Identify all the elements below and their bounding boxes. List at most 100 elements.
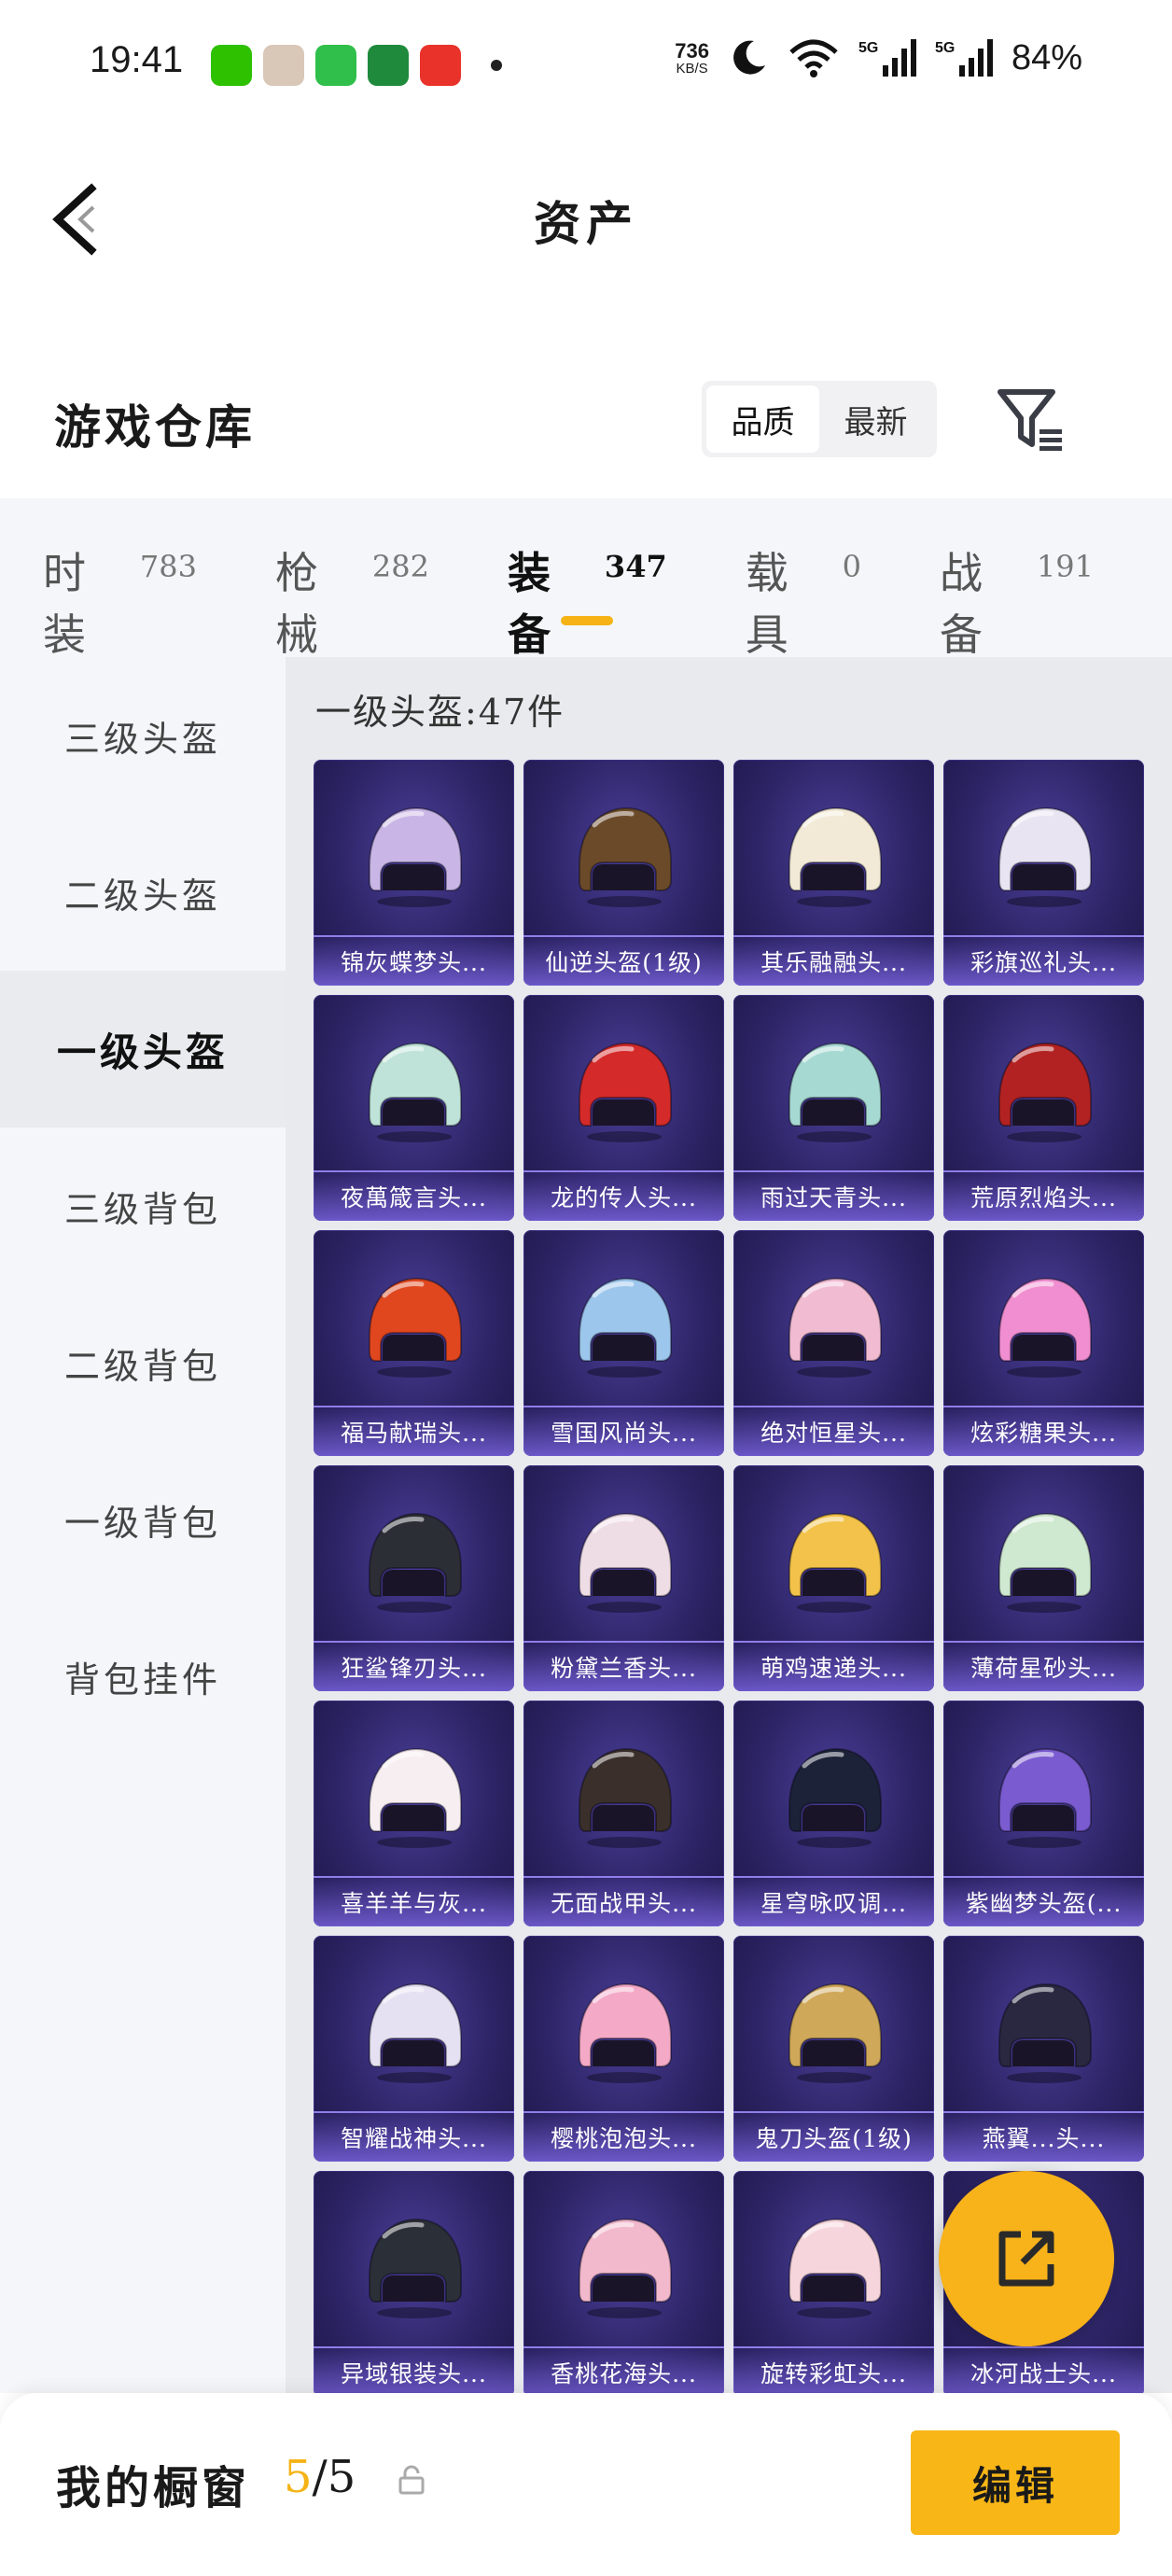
item-card[interactable]: 燕翼...头... bbox=[943, 1936, 1144, 2162]
sidebar-item[interactable]: 背包挂件 bbox=[0, 1598, 286, 1755]
helmet-icon bbox=[998, 1982, 1092, 2083]
share-icon bbox=[998, 2231, 1054, 2287]
tab-3[interactable]: 载具 0 bbox=[746, 498, 861, 660]
item-card[interactable]: 锦灰蝶梦头... bbox=[314, 760, 514, 986]
item-card[interactable]: 薄荷星砂头... bbox=[943, 1465, 1144, 1691]
category-tabs: 时装 783 枪械 282 装备 347 载具 0 战备 191 bbox=[0, 498, 1172, 660]
item-name-bar: 旋转彩虹头... bbox=[733, 2346, 934, 2393]
item-name-bar: 无面战甲头... bbox=[523, 1876, 724, 1926]
item-card[interactable]: 星穹咏叹调... bbox=[733, 1701, 934, 1926]
item-card[interactable]: 荒原烈焰头... bbox=[943, 995, 1144, 1221]
item-card[interactable]: 炫彩糖果头... bbox=[943, 1230, 1144, 1456]
more-notifications-dot-icon bbox=[491, 60, 502, 71]
item-name: 樱桃泡泡头... bbox=[551, 2125, 697, 2152]
item-name: 异域银装头... bbox=[341, 2360, 487, 2387]
item-card[interactable]: 彩旗巡礼头... bbox=[943, 760, 1144, 986]
item-name: 荒原烈焰头... bbox=[970, 1184, 1117, 1211]
helmet-icon bbox=[788, 2218, 882, 2318]
tab-1[interactable]: 枪械 282 bbox=[275, 498, 429, 660]
tab-label: 枪械 bbox=[275, 548, 321, 660]
item-name-bar: 喜羊羊与灰... bbox=[314, 1876, 514, 1926]
sidebar-item[interactable]: 二级头盔 bbox=[0, 814, 286, 971]
helmet-icon bbox=[788, 806, 882, 907]
sort-option-quality[interactable]: 品质 bbox=[706, 385, 819, 453]
item-card[interactable]: 旋转彩虹头... bbox=[733, 2171, 934, 2393]
battery-level: 84% bbox=[1011, 37, 1082, 77]
item-card[interactable]: 龙的传人头... bbox=[523, 995, 724, 1221]
item-grid-panel: 一级头盔:47件 锦灰蝶梦头... 仙逆头盔(1级) 其乐融融头... 彩旗巡礼头..… bbox=[286, 657, 1172, 2393]
svg-text:5G: 5G bbox=[935, 40, 955, 56]
item-card[interactable]: 樱桃泡泡头... bbox=[523, 1936, 724, 2162]
helmet-icon bbox=[998, 1042, 1092, 1142]
helmet-icon bbox=[788, 1982, 882, 2083]
wifi-icon bbox=[789, 39, 838, 77]
item-name: 薄荷星砂头... bbox=[970, 1655, 1117, 1682]
item-card[interactable]: 喜羊羊与灰... bbox=[314, 1701, 514, 1926]
svg-text:5G: 5G bbox=[858, 40, 878, 56]
page-title: 资产 bbox=[534, 196, 638, 251]
shield-app-icon bbox=[315, 45, 356, 86]
showcase-label: 我的橱窗 bbox=[56, 2462, 251, 2514]
helmet-icon bbox=[578, 1277, 672, 1378]
sort-option-newest[interactable]: 最新 bbox=[819, 385, 932, 453]
tab-4[interactable]: 战备 191 bbox=[940, 498, 1095, 660]
item-card[interactable]: 夜萬箴言头... bbox=[314, 995, 514, 1221]
item-name-bar: 异域银装头... bbox=[314, 2346, 514, 2393]
item-card[interactable]: 福马献瑞头... bbox=[314, 1230, 514, 1456]
status-indicators: 736 KB/S 5G 5G 84% bbox=[675, 37, 1082, 78]
item-card[interactable]: 无面战甲头... bbox=[523, 1701, 724, 1926]
helmet-icon bbox=[788, 1277, 882, 1378]
tab-count: 347 bbox=[604, 549, 667, 584]
item-name-bar: 荒原烈焰头... bbox=[943, 1170, 1144, 1221]
helmet-icon bbox=[368, 1747, 462, 1848]
tab-2[interactable]: 装备 347 bbox=[508, 498, 667, 660]
sidebar-item[interactable]: 二级背包 bbox=[0, 1284, 286, 1441]
sidebar-item[interactable]: 三级背包 bbox=[0, 1127, 286, 1284]
item-card[interactable]: 鬼刀头盔(1级) bbox=[733, 1936, 934, 2162]
item-name-bar: 智耀战神头... bbox=[314, 2111, 514, 2162]
share-button[interactable] bbox=[939, 2171, 1114, 2346]
item-name: 炫彩糖果头... bbox=[970, 1420, 1117, 1447]
item-card[interactable]: 智耀战神头... bbox=[314, 1936, 514, 2162]
item-card[interactable]: 其乐融融头... bbox=[733, 760, 934, 986]
helmet-icon bbox=[368, 2218, 462, 2318]
item-card[interactable]: 粉黛兰香头... bbox=[523, 1465, 724, 1691]
item-name-bar: 紫幽梦头盔(... bbox=[943, 1876, 1144, 1926]
status-time: 19:41 bbox=[90, 39, 184, 80]
item-card[interactable]: 紫幽梦头盔(... bbox=[943, 1701, 1144, 1926]
helmet-icon bbox=[368, 1277, 462, 1378]
item-name: 雨过天青头... bbox=[760, 1184, 907, 1211]
item-name-bar: 彩旗巡礼头... bbox=[943, 935, 1144, 986]
item-name-bar: 狂鲨锋刃头... bbox=[314, 1641, 514, 1691]
item-name: 萌鸡速递头... bbox=[760, 1655, 907, 1682]
tab-count: 191 bbox=[1036, 549, 1095, 584]
item-card[interactable]: 异域银装头... bbox=[314, 2171, 514, 2393]
helmet-icon bbox=[578, 2218, 672, 2318]
item-name: 智耀战神头... bbox=[341, 2125, 487, 2152]
network-speed-unit: KB/S bbox=[676, 60, 708, 77]
item-card[interactable]: 狂鲨锋刃头... bbox=[314, 1465, 514, 1691]
edit-button[interactable]: 编辑 bbox=[911, 2430, 1120, 2535]
avatar-app-icon bbox=[263, 45, 304, 86]
item-name: 鬼刀头盔(1级) bbox=[755, 2125, 913, 2152]
notification-icons bbox=[211, 45, 502, 86]
item-name: 绝对恒星头... bbox=[760, 1420, 907, 1447]
item-card[interactable]: 雪国风尚头... bbox=[523, 1230, 724, 1456]
filter-icon[interactable] bbox=[995, 385, 1066, 455]
item-card[interactable]: 仙逆头盔(1级) bbox=[523, 760, 724, 986]
item-card[interactable]: 绝对恒星头... bbox=[733, 1230, 934, 1456]
item-card[interactable]: 雨过天青头... bbox=[733, 995, 934, 1221]
helmet-icon bbox=[578, 806, 672, 907]
item-name-bar: 鬼刀头盔(1级) bbox=[733, 2111, 934, 2162]
item-card[interactable]: 香桃花海头... bbox=[523, 2171, 724, 2393]
item-name: 狂鲨锋刃头... bbox=[341, 1655, 487, 1682]
sidebar-item[interactable]: 一级背包 bbox=[0, 1441, 286, 1598]
tab-0[interactable]: 时装 783 bbox=[43, 498, 197, 660]
item-grid: 锦灰蝶梦头... 仙逆头盔(1级) 其乐融融头... 彩旗巡礼头... 夜萬箴言头...… bbox=[314, 760, 1172, 2393]
network-speed: 736 KB/S bbox=[675, 40, 709, 77]
sidebar-item[interactable]: 一级头盔 bbox=[0, 971, 286, 1127]
helmet-icon bbox=[578, 1042, 672, 1142]
item-name: 星穹咏叹调... bbox=[760, 1890, 907, 1917]
sidebar-item[interactable]: 三级头盔 bbox=[0, 657, 286, 814]
item-card[interactable]: 萌鸡速递头... bbox=[733, 1465, 934, 1691]
